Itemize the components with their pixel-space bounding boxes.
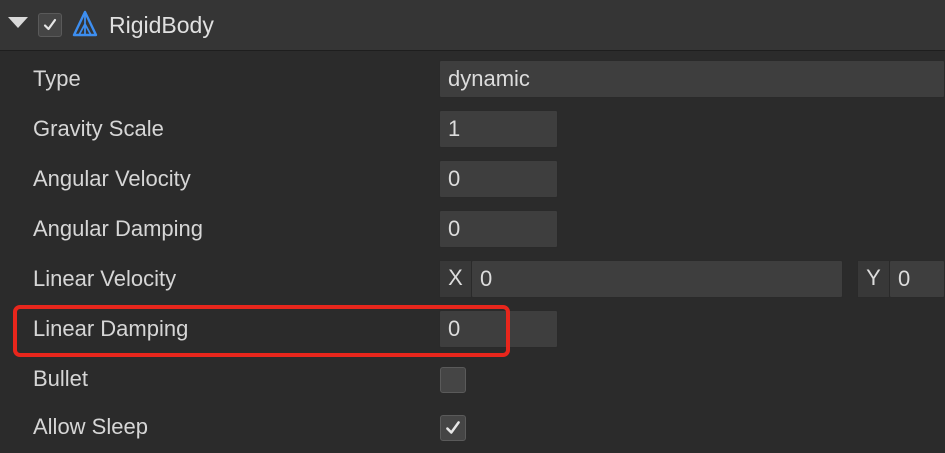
component-title: RigidBody [109, 12, 214, 38]
allow-sleep-checkbox[interactable] [440, 415, 466, 441]
type-label: Type [33, 66, 81, 91]
angular-damping-input[interactable]: 0 [439, 210, 558, 248]
type-select[interactable]: dynamic [439, 60, 945, 98]
checkmark-icon [43, 18, 57, 31]
gravity-scale-label: Gravity Scale [33, 116, 164, 141]
bullet-checkbox[interactable] [440, 367, 466, 393]
allow-sleep-label: Allow Sleep [33, 414, 148, 439]
gravity-scale-input[interactable]: 1 [439, 110, 558, 148]
component-enabled-checkbox[interactable] [38, 13, 62, 37]
bullet-label: Bullet [33, 366, 89, 391]
linear-velocity-x-input[interactable]: 0 [471, 260, 843, 298]
angular-velocity-input[interactable]: 0 [439, 160, 558, 198]
angular-damping-label: Angular Damping [33, 216, 203, 241]
component-header: RigidBody [0, 0, 945, 51]
highlight-box [13, 305, 510, 357]
linear-velocity-label: Linear Velocity [33, 266, 177, 291]
chevron-down-icon[interactable] [8, 17, 28, 28]
linear-velocity-y-input[interactable]: 0 [889, 260, 945, 298]
linear-velocity-y-label: Y [857, 260, 890, 298]
rigidbody-icon [72, 10, 98, 37]
checkmark-icon [446, 421, 460, 434]
angular-velocity-label: Angular Velocity [33, 166, 191, 191]
linear-velocity-x-label: X [439, 260, 472, 298]
